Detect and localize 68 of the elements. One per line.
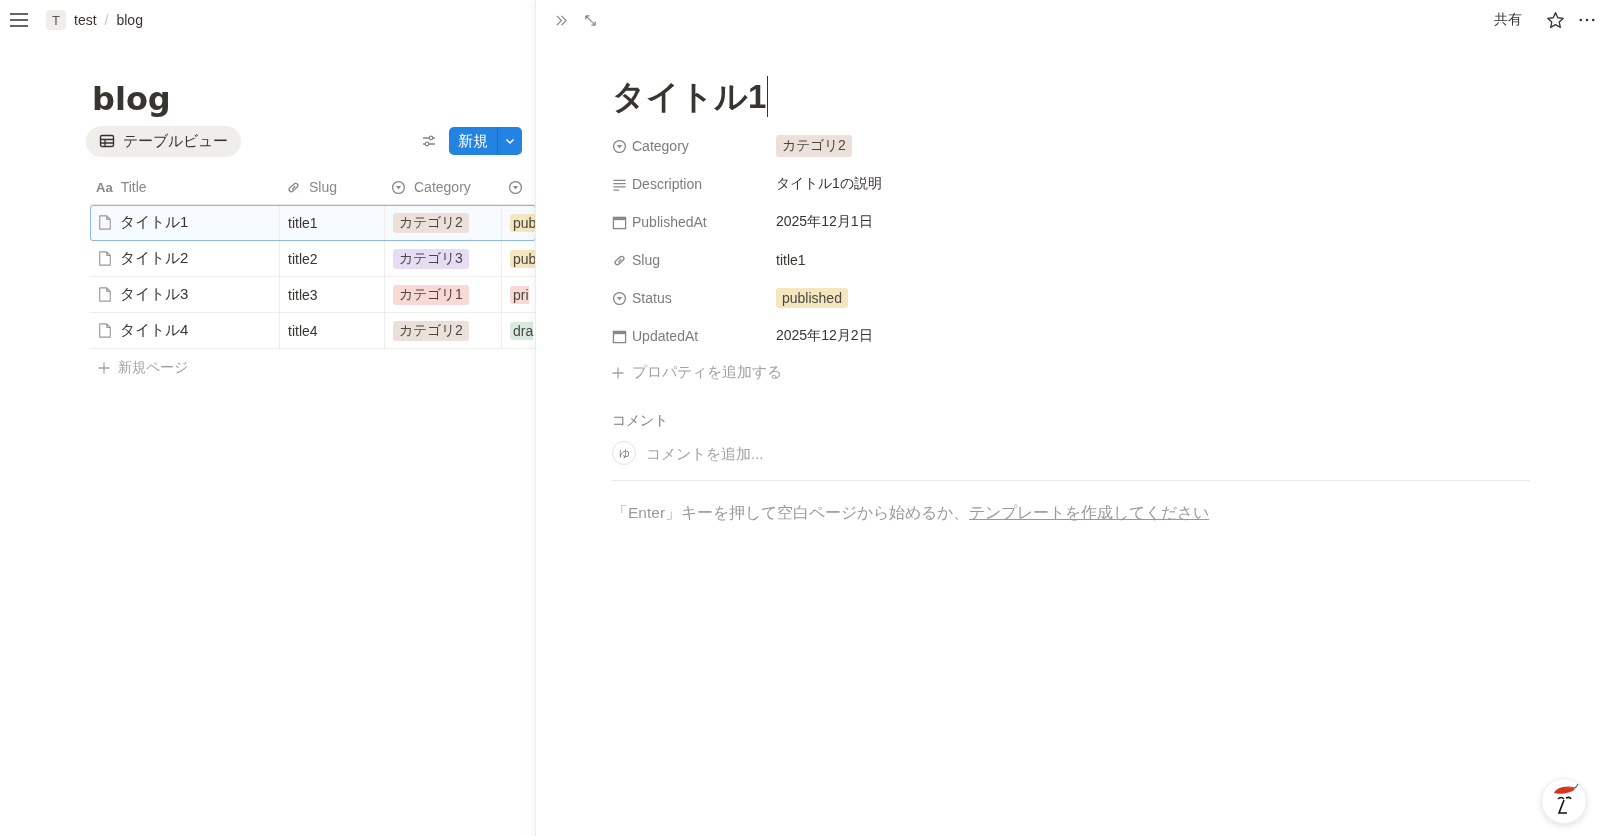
property-value[interactable]: タイトル1の説明 <box>776 175 882 194</box>
property-label[interactable]: Slug <box>612 252 776 269</box>
dropdown-circle-icon <box>612 290 627 306</box>
empty-page-hint: 「Enter」キーを押して空白ページから始めるか、テンプレートを作成してください <box>612 503 1211 524</box>
slug-text: title2 <box>288 250 318 267</box>
slug-text: title1 <box>288 214 318 231</box>
breadcrumb-separator: / <box>104 12 109 28</box>
table-icon <box>99 133 115 149</box>
status-tag: pub <box>510 213 536 232</box>
table-row[interactable]: タイトル1 title1 カテゴリ2 pub <box>90 205 536 241</box>
property-value[interactable]: 2025年12月1日 <box>776 213 873 232</box>
page-icon <box>98 214 112 231</box>
property-value[interactable]: 2025年12月2日 <box>776 327 873 346</box>
slug-text: title4 <box>288 322 318 339</box>
page-title[interactable]: タイトル1 <box>612 76 769 118</box>
column-header[interactable]: Category <box>385 170 502 204</box>
column-header[interactable]: Slug <box>280 170 385 204</box>
table-row[interactable]: タイトル3 title3 カテゴリ1 pri <box>90 277 536 313</box>
breadcrumb-link[interactable]: blog <box>116 12 143 28</box>
star-icon[interactable] <box>1546 10 1565 30</box>
row-title[interactable]: タイトル2 <box>120 249 189 268</box>
property-label[interactable]: UpdatedAt <box>612 328 776 345</box>
category-tag: カテゴリ1 <box>393 284 469 305</box>
table-row[interactable]: タイトル2 title2 カテゴリ3 pub <box>90 241 536 277</box>
property-label[interactable]: PublishedAt <box>612 214 776 231</box>
plus-icon <box>98 362 110 374</box>
column-title: Category <box>414 179 471 195</box>
property-value[interactable]: title1 <box>776 252 806 269</box>
share-button[interactable]: 共有 <box>1488 10 1528 30</box>
expand-arrows-icon[interactable] <box>583 12 598 28</box>
workspace-icon[interactable]: T <box>46 10 66 30</box>
breadcrumb-link[interactable]: test <box>74 12 97 28</box>
column-title: Title <box>120 179 147 195</box>
row-title[interactable]: タイトル4 <box>120 321 189 340</box>
comments-heading: コメント <box>612 412 669 431</box>
property-tag[interactable]: カテゴリ2 <box>776 135 852 158</box>
category-tag: カテゴリ2 <box>393 212 469 233</box>
database-title: blog <box>92 80 172 118</box>
status-tag: pri <box>510 285 529 304</box>
dropdown-circle-icon <box>508 179 523 195</box>
page-icon <box>98 250 112 267</box>
row-title[interactable]: タイトル1 <box>120 213 189 232</box>
more-icon[interactable] <box>1579 18 1595 22</box>
slug-text: title3 <box>288 286 318 303</box>
property-label[interactable]: Description <box>612 176 776 193</box>
dropdown-circle-icon <box>391 179 406 195</box>
calendar-icon <box>612 214 627 230</box>
dropdown-circle-icon <box>612 138 627 154</box>
page-icon <box>98 286 112 303</box>
status-tag: dra <box>510 321 534 340</box>
view-tab[interactable]: テーブルビュー <box>86 125 241 157</box>
row-title[interactable]: タイトル3 <box>120 285 189 304</box>
column-header[interactable]: Aa Title <box>90 170 280 204</box>
calendar-icon <box>612 328 627 344</box>
plus-icon <box>612 366 624 379</box>
category-tag: カテゴリ2 <box>393 320 469 341</box>
sliders-icon[interactable] <box>421 133 437 149</box>
status-tag: pub <box>510 249 536 268</box>
page-icon <box>98 322 112 339</box>
table-row[interactable]: タイトル4 title4 カテゴリ2 dra <box>90 313 536 349</box>
text-type-icon: Aa <box>96 179 113 195</box>
property-label[interactable]: Status <box>612 290 776 307</box>
property-label[interactable]: Category <box>612 138 776 155</box>
category-tag: カテゴリ3 <box>393 248 469 269</box>
column-title: Slug <box>309 179 338 195</box>
property-tag[interactable]: published <box>776 288 848 309</box>
menu-icon[interactable] <box>10 13 28 27</box>
assistant-button[interactable] <box>1541 778 1587 824</box>
